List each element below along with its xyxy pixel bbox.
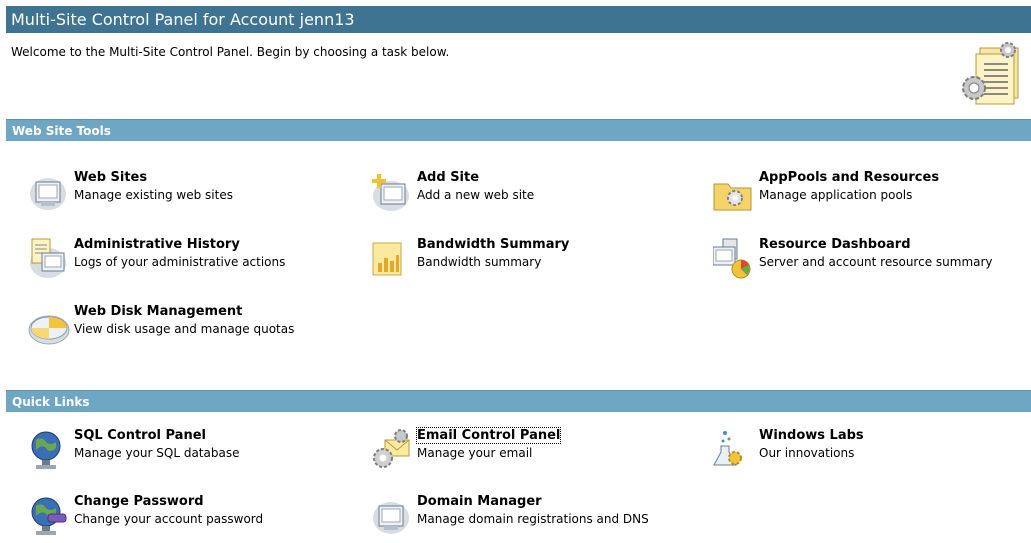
apppools-title[interactable]: AppPools and Resources — [759, 170, 939, 185]
sql-control-panel-title[interactable]: SQL Control Panel — [74, 428, 206, 443]
sql-control-panel-desc: Manage your SQL database — [74, 446, 240, 460]
folder-gear-icon — [713, 183, 752, 211]
change-password-title[interactable]: Change Password — [74, 494, 204, 509]
history-log-icon — [30, 238, 66, 278]
web-disk-management-link[interactable]: Web Disk Management View disk usage and … — [28, 304, 348, 346]
windows-labs-desc: Our innovations — [759, 446, 855, 460]
resource-dashboard-link[interactable]: Resource Dashboard Server and account re… — [713, 237, 1031, 279]
web-sites-link[interactable]: Web Sites Manage existing web sites — [28, 170, 348, 212]
bar-chart-icon — [372, 242, 402, 276]
change-password-link[interactable]: Change Password Change your account pass… — [28, 494, 348, 536]
dashboard-icon — [713, 238, 751, 279]
globe-database-icon — [31, 431, 61, 469]
disk-icon — [28, 315, 70, 345]
web-disk-management-title[interactable]: Web Disk Management — [74, 304, 242, 319]
quick-links-header: Quick Links — [6, 390, 1031, 412]
email-control-panel-link[interactable]: Email Control Panel Manage your email — [371, 427, 691, 470]
globe-key-icon — [31, 497, 67, 535]
domain-manager-title[interactable]: Domain Manager — [417, 494, 542, 509]
bandwidth-summary-title[interactable]: Bandwidth Summary — [417, 237, 569, 252]
welcome-text: Welcome to the Multi-Site Control Panel.… — [11, 45, 450, 59]
email-control-panel-title[interactable]: Email Control Panel — [415, 427, 562, 444]
web-disk-management-desc: View disk usage and manage quotas — [74, 322, 295, 336]
resource-dashboard-title[interactable]: Resource Dashboard — [759, 237, 911, 252]
windows-labs-link[interactable]: Windows Labs Our innovations — [713, 428, 1031, 470]
resource-dashboard-desc: Server and account resource summary — [759, 255, 993, 269]
admin-history-desc: Logs of your administrative actions — [74, 255, 286, 269]
web-site-tools-header: Web Site Tools — [6, 119, 1031, 141]
email-gear-icon — [373, 429, 410, 468]
windows-labs-title[interactable]: Windows Labs — [759, 428, 864, 443]
domain-manager-desc: Manage domain registrations and DNS — [417, 512, 649, 526]
add-site-title[interactable]: Add Site — [417, 170, 479, 185]
change-password-desc: Change your account password — [74, 512, 264, 526]
bandwidth-summary-link[interactable]: Bandwidth Summary Bandwidth summary — [371, 237, 691, 279]
bandwidth-summary-desc: Bandwidth summary — [417, 255, 542, 269]
apppools-desc: Manage application pools — [759, 188, 913, 202]
add-site-desc: Add a new web site — [417, 188, 535, 202]
domain-manager-link[interactable]: Domain Manager Manage domain registratio… — [371, 494, 691, 536]
flask-icon — [713, 431, 742, 466]
monitor-icon — [373, 502, 409, 534]
email-control-panel-desc: Manage your email — [417, 446, 533, 460]
admin-history-title[interactable]: Administrative History — [74, 237, 240, 252]
web-sites-desc: Manage existing web sites — [74, 188, 233, 202]
add-site-icon — [372, 174, 409, 211]
add-site-link[interactable]: Add Site Add a new web site — [371, 170, 691, 212]
sql-control-panel-link[interactable]: SQL Control Panel Manage your SQL databa… — [28, 428, 348, 470]
web-sites-title[interactable]: Web Sites — [74, 170, 147, 185]
apppools-link[interactable]: AppPools and Resources Manage applicatio… — [713, 170, 1031, 212]
admin-history-link[interactable]: Administrative History Logs of your admi… — [28, 237, 348, 279]
monitor-icon — [30, 178, 66, 210]
document-settings-icon — [962, 42, 1019, 105]
page-title: Multi-Site Control Panel for Account jen… — [6, 6, 1031, 33]
